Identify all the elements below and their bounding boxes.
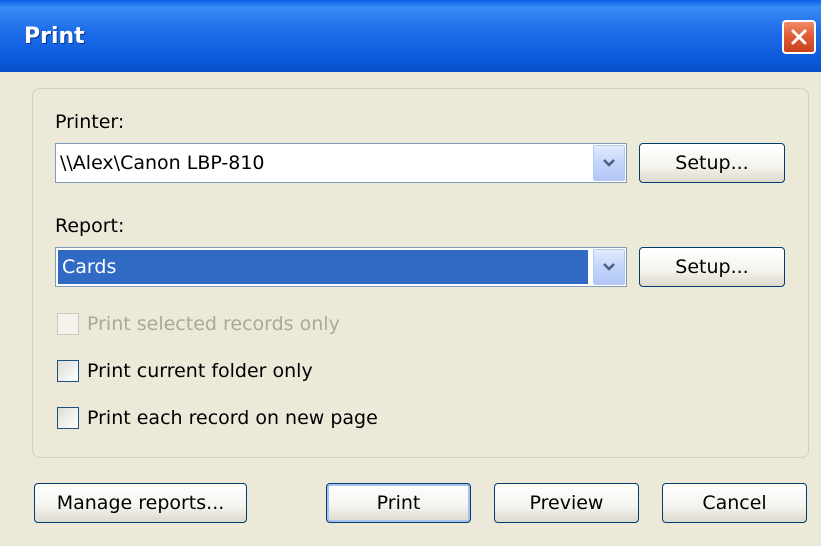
report-select-value: Cards [57, 249, 589, 285]
report-dropdown-button[interactable] [593, 249, 625, 285]
print-each-record-checkbox[interactable] [57, 407, 79, 429]
print-each-record-option[interactable]: Print each record on new page [57, 405, 378, 431]
print-selected-records-label: Print selected records only [87, 313, 340, 335]
chevron-down-icon [603, 263, 615, 271]
print-current-folder-checkbox[interactable] [57, 360, 79, 382]
manage-reports-button[interactable]: Manage reports... [34, 483, 247, 523]
print-current-folder-option[interactable]: Print current folder only [57, 358, 313, 384]
chevron-down-icon [603, 159, 615, 167]
printer-select-value: \\Alex\Canon LBP-810 [60, 152, 265, 174]
print-selected-records-option: Print selected records only [57, 311, 340, 337]
dialog-body: Printer: \\Alex\Canon LBP-810 Setup... R… [0, 72, 821, 546]
report-select[interactable]: Cards [55, 247, 627, 287]
printer-select[interactable]: \\Alex\Canon LBP-810 [55, 143, 627, 183]
cancel-button[interactable]: Cancel [662, 483, 807, 523]
options-group: Printer: \\Alex\Canon LBP-810 Setup... R… [32, 88, 809, 458]
printer-label: Printer: [55, 111, 125, 133]
print-current-folder-label[interactable]: Print current folder only [87, 360, 313, 382]
title-bar[interactable]: Print [0, 0, 821, 72]
close-icon [791, 29, 807, 45]
window-title: Print [24, 24, 85, 49]
print-button[interactable]: Print [326, 483, 471, 523]
print-selected-records-checkbox [57, 313, 79, 335]
printer-dropdown-button[interactable] [593, 145, 625, 181]
report-setup-button[interactable]: Setup... [639, 247, 785, 287]
printer-setup-button[interactable]: Setup... [639, 143, 785, 183]
print-each-record-label[interactable]: Print each record on new page [87, 407, 378, 429]
print-dialog: Print Printer: \\Alex\Canon LBP-810 Setu… [0, 0, 821, 546]
close-button[interactable] [782, 20, 816, 54]
preview-button[interactable]: Preview [494, 483, 639, 523]
report-label: Report: [55, 215, 125, 237]
